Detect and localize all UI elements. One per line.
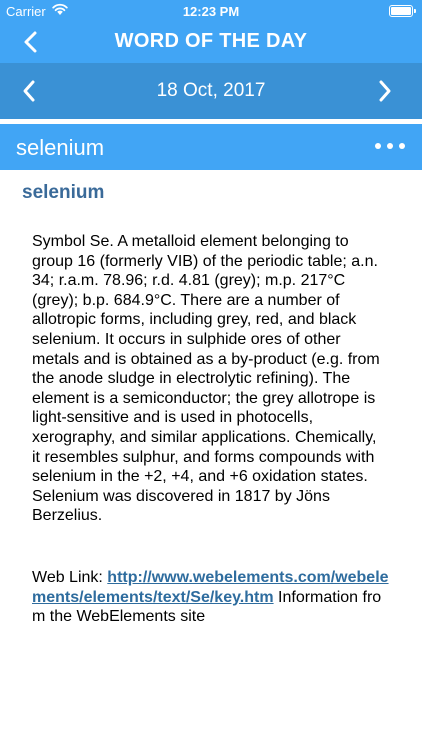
web-link-paragraph: Web Link: http://www.webelements.com/web… <box>32 568 392 627</box>
word-title: selenium <box>16 135 105 160</box>
word-definition: Symbol Se. A metalloid element belonging… <box>32 233 380 525</box>
battery-icon <box>389 5 416 17</box>
date-navigation-bar: 18 Oct, 2017 <box>0 63 422 119</box>
page-title: WORD OF THE DAY <box>114 30 308 52</box>
nav-bar: WORD OF THE DAY <box>0 22 422 62</box>
current-date: 18 Oct, 2017 <box>156 80 266 101</box>
more-options-icon[interactable] <box>374 136 406 156</box>
chevron-right-icon[interactable] <box>372 79 396 103</box>
status-bar: Carrier 12:23 PM <box>0 0 422 22</box>
status-time: 12:23 PM <box>182 4 240 19</box>
web-link-prefix: Web Link: <box>32 569 108 586</box>
word-heading: selenium <box>22 182 105 203</box>
top-bar: Carrier 12:23 PM WORD OF THE DAY <box>0 0 422 63</box>
word-title-bar: selenium <box>0 124 422 170</box>
